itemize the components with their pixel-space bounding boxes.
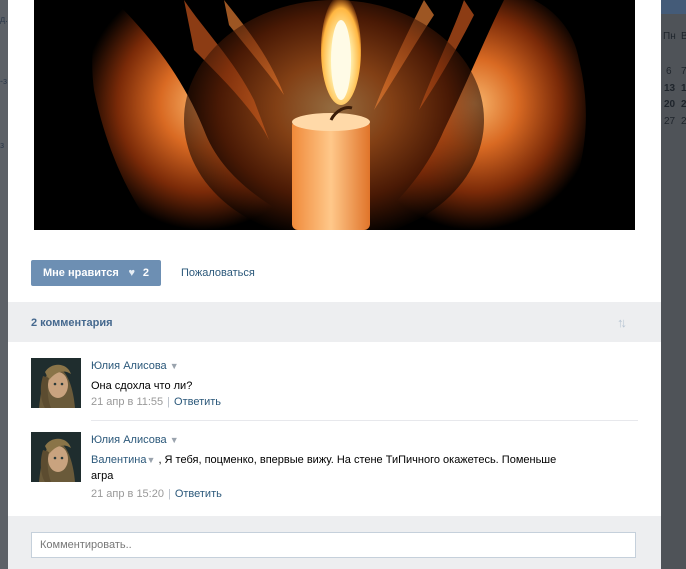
comments-header: 2 комментария ↑↓ [8,302,661,342]
avatar[interactable] [31,432,81,482]
calendar-weekday: Пн [663,31,676,42]
calendar-day[interactable]: 13 [664,83,675,94]
like-button[interactable]: Мне нравится ♥ 2 [31,260,161,286]
comment-date[interactable]: 21 апр в 15:20 [91,488,164,500]
calendar-day[interactable]: 20 [664,99,675,110]
report-link[interactable]: Пожаловаться [181,267,255,279]
calendar-day[interactable]: 27 [664,116,675,127]
calendar-header-bar [661,0,686,14]
reply-link[interactable]: Ответить [174,396,221,408]
comment-date[interactable]: 21 апр в 11:55 [91,396,163,408]
comment-text: Валентина▼ , Я тебя, поцменко, впервые в… [91,452,571,484]
background-calendar-widget: Пн В 6 7 13 1 20 2 27 2 [661,0,686,569]
meta-separator: | [167,488,171,500]
reply-link[interactable]: Ответить [175,488,222,500]
mention-menu-arrow-icon[interactable]: ▼ [146,455,155,465]
comment-meta: 21 апр в 11:55 | Ответить [91,396,221,408]
calendar-day[interactable]: 2 [681,99,686,110]
background-left-strip: д. -з з [0,0,8,569]
like-button-label: Мне нравится [42,267,119,279]
post-card: Мне нравится ♥ 2 Пожаловаться 2 коммента… [8,0,661,569]
candle-in-hands-photo [34,0,635,230]
comment-input[interactable] [31,532,636,558]
comment-author[interactable]: Юлия Алисова ▼ [91,360,179,372]
background-text-fragment: -з [0,76,8,86]
comments-count[interactable]: 2 комментария [31,317,113,329]
comment-divider [91,420,638,421]
comment-item: Юлия Алисова ▼ Она сдохла что ли? 21 апр … [31,358,638,418]
background-text-fragment: з [0,140,5,150]
avatar[interactable] [31,358,81,408]
comment-author-name: Юлия Алисова [91,360,167,372]
comment-author-name: Юлия Алисова [91,434,167,446]
avatar-image [31,358,81,408]
author-menu-arrow-icon[interactable]: ▼ [170,361,179,371]
comment-text: Она сдохла что ли? [91,380,193,392]
calendar-day[interactable]: 1 [681,83,686,94]
calendar-day[interactable]: 6 [666,66,672,77]
heart-icon: ♥ [128,267,136,279]
post-photo[interactable] [34,0,635,230]
background-text-fragment: д. [0,14,8,24]
mention-link[interactable]: Валентина [91,454,146,466]
post-actions: Мне нравится ♥ 2 Пожаловаться [8,230,661,302]
comment-input-area [8,516,661,569]
comment-body: , Я тебя, поцменко, впервые вижу. На сте… [91,454,557,482]
comment-item: Юлия Алисова ▼ Валентина▼ , Я тебя, поцме… [31,432,638,508]
comment-author[interactable]: Юлия Алисова ▼ [91,434,179,446]
like-count: 2 [142,267,149,279]
avatar-image [31,432,81,482]
calendar-day[interactable]: 7 [681,66,686,77]
author-menu-arrow-icon[interactable]: ▼ [170,435,179,445]
calendar-weekday: В [681,31,686,42]
comment-meta: 21 апр в 15:20 | Ответить [91,488,222,500]
sort-order-icon[interactable]: ↑↓ [617,315,627,330]
meta-separator: | [167,396,171,408]
calendar-day[interactable]: 2 [681,116,686,127]
